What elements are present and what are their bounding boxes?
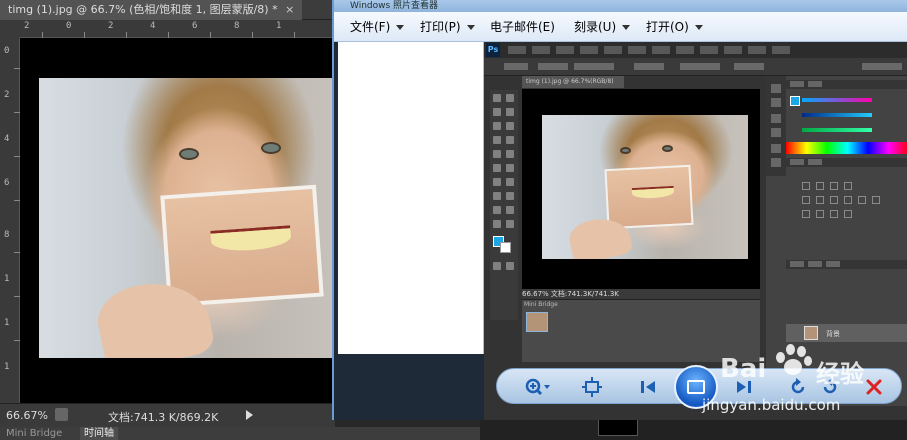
document-tab-label: timg (1).jpg @ 66.7% (色相/饱和度 1, 图层蒙版/8) …	[8, 3, 278, 16]
chevron-down-icon	[622, 25, 631, 30]
inner-color-spectrum	[786, 142, 907, 154]
ps-status-bar: 66.67% 文档:741.3 K/869.2K	[0, 403, 335, 427]
menu-file[interactable]: 文件(F)	[350, 18, 405, 36]
previous-icon[interactable]	[637, 376, 659, 398]
horizontal-ruler[interactable]: 2 0 2 4 6 8 1	[20, 20, 335, 38]
ruler-label: 1	[276, 21, 282, 31]
inner-color-swatch	[790, 96, 800, 106]
inner-layer-thumbnail	[804, 326, 818, 340]
inner-thumbnail	[526, 312, 548, 332]
doc-info: 文档:741.3 K/869.2K	[108, 411, 219, 424]
ruler-label: 8	[4, 230, 10, 240]
inner-doc-tab: timg (1).jpg @ 66.7%(RGB/8)	[522, 76, 624, 88]
ruler-label: 2	[108, 21, 114, 31]
menu-print[interactable]: 打印(P)	[420, 18, 475, 36]
menu-print-label: 打印(P)	[420, 20, 461, 34]
menu-email[interactable]: 电子邮件(E)	[490, 18, 555, 36]
document-canvas[interactable]	[20, 38, 339, 403]
ruler-label: 1	[4, 274, 10, 284]
ruler-label: 4	[4, 134, 10, 144]
zoom-level[interactable]: 66.67%	[6, 409, 48, 422]
ruler-label: 4	[150, 21, 156, 31]
ps-logo: Ps	[486, 43, 500, 57]
bottom-panel-tabs: Mini Bridge 时间轴	[0, 427, 480, 440]
info-icon[interactable]	[55, 408, 68, 421]
tab-timeline[interactable]: 时间轴	[80, 427, 118, 440]
ruler-corner	[0, 20, 20, 38]
menu-burn-label: 刻录(U)	[574, 20, 617, 34]
document-image	[39, 78, 339, 358]
ruler-label: 2	[24, 21, 30, 31]
menu-bar: 文件(F) 打印(P) 电子邮件(E) 刻录(U) 打开(O)	[334, 12, 907, 42]
chevron-down-icon	[694, 25, 703, 30]
actual-size-icon[interactable]	[581, 376, 603, 398]
inner-ps-menubar: Ps	[484, 42, 907, 58]
close-icon[interactable]: ×	[285, 3, 294, 16]
zoom-icon[interactable]	[523, 376, 553, 398]
ruler-label: 0	[4, 46, 10, 56]
vertical-ruler[interactable]: 0 2 4 6 8 1 1 1	[0, 38, 20, 403]
ps-tab-bar: timg (1).jpg @ 66.7% (色相/饱和度 1, 图层蒙版/8) …	[0, 0, 335, 20]
inner-document-image	[542, 115, 748, 259]
baidu-watermark: Bai 经验 jingyan.baidu.com	[680, 340, 907, 440]
watermark-brand-left: Bai	[720, 354, 767, 384]
inner-ps-icon-strip	[766, 76, 786, 176]
menu-burn[interactable]: 刻录(U)	[574, 18, 631, 36]
chevron-right-icon[interactable]	[246, 410, 253, 420]
paw-icon	[772, 342, 812, 378]
watermark-url: jingyan.baidu.com	[702, 396, 841, 414]
tab-mini-bridge[interactable]: Mini Bridge	[2, 427, 66, 440]
ruler-label: 6	[4, 178, 10, 188]
inner-ps-options-bar	[484, 58, 907, 76]
inner-ps-canvas	[522, 89, 760, 289]
ruler-label: 1	[4, 318, 10, 328]
inner-layer-name: 背景	[826, 330, 840, 338]
viewer-blank-area	[338, 42, 484, 354]
inner-ps-toolbox	[490, 90, 518, 320]
menu-open-label: 打开(O)	[646, 20, 689, 34]
ruler-label: 6	[192, 21, 198, 31]
inner-ps-status: 66.67% 文档:741.3K/741.3K	[522, 289, 760, 299]
chevron-down-icon	[466, 25, 475, 30]
watermark-brand-right: 经验	[816, 360, 864, 388]
menu-file-label: 文件(F)	[350, 20, 391, 34]
window-title: Windows 照片查看器	[334, 0, 907, 12]
ruler-label: 8	[234, 21, 240, 31]
chevron-down-icon	[396, 25, 405, 30]
ruler-label: 2	[4, 90, 10, 100]
ruler-label: 0	[66, 21, 72, 31]
menu-email-label: 电子邮件(E)	[490, 20, 555, 34]
ruler-label: 1	[4, 362, 10, 372]
menu-open[interactable]: 打开(O)	[646, 18, 703, 36]
background-color-swatch	[500, 242, 511, 253]
document-tab[interactable]: timg (1).jpg @ 66.7% (色相/饱和度 1, 图层蒙版/8) …	[0, 0, 303, 20]
inner-mini-bridge-tab: Mini Bridge	[524, 301, 558, 308]
screen: { "photoshop": { "document_tab": "timg (…	[0, 0, 907, 440]
